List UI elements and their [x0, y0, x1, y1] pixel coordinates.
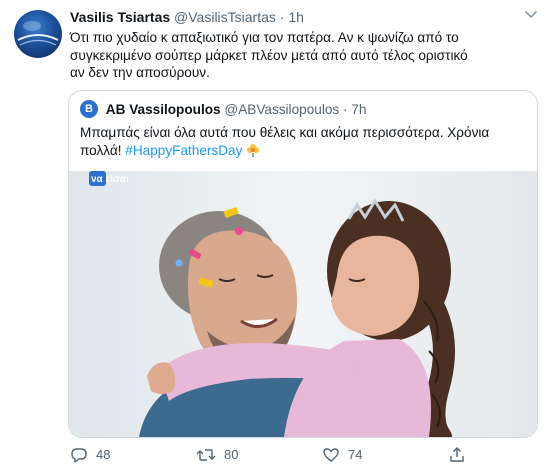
reply-count: 48: [96, 447, 111, 462]
tweet-actions: 48 80 74: [0, 444, 551, 466]
tweet[interactable]: Vasilis Tsiartas @VasilisTsiartas · 1h Ό…: [0, 0, 551, 474]
hashtag-link[interactable]: #HappyFathersDay: [125, 143, 242, 158]
tweet-header: Vasilis Tsiartas @VasilisTsiartas · 1h: [70, 9, 304, 26]
image-brand-text: να είσαι: [91, 174, 129, 185]
share-icon: [450, 447, 464, 462]
share-button[interactable]: [448, 444, 474, 466]
separator-dot: ·: [279, 9, 285, 25]
quoted-separator-dot: ·: [342, 102, 348, 117]
like-icon: [323, 448, 339, 462]
quoted-avatar-letter: B: [85, 103, 93, 115]
reply-button[interactable]: 48: [70, 444, 110, 466]
quoted-tweet-header: B AB Vassilopoulos @ABVassilopoulos · 7h: [80, 100, 366, 118]
quoted-tweet-time[interactable]: 7h: [351, 102, 366, 117]
quoted-author-handle[interactable]: @ABVassilopoulos: [224, 102, 339, 117]
retweet-count: 80: [224, 447, 239, 462]
quoted-author-name[interactable]: AB Vassilopoulos: [106, 102, 221, 117]
quoted-tweet-image[interactable]: να είσαι: [69, 171, 537, 437]
author-name[interactable]: Vasilis Tsiartas: [70, 9, 170, 25]
like-count: 74: [348, 447, 363, 462]
flower-emoji-icon: [247, 144, 260, 157]
quoted-avatar[interactable]: B: [80, 100, 98, 118]
retweet-button[interactable]: 80: [196, 444, 238, 466]
retweet-icon: [196, 449, 216, 461]
quoted-tweet-text: Μπαμπάς είναι όλα αυτά που θέλεις και ακ…: [80, 124, 525, 160]
more-caret-icon[interactable]: [523, 9, 539, 21]
quoted-tweet[interactable]: B AB Vassilopoulos @ABVassilopoulos · 7h…: [68, 90, 538, 438]
tweet-text: Ότι πιο χυδαίο κ απαξιωτικό για τον πατέ…: [70, 30, 468, 80]
avatar[interactable]: [14, 10, 62, 58]
tweet-time[interactable]: 1h: [288, 9, 304, 25]
like-button[interactable]: 74: [322, 444, 362, 466]
reply-icon: [71, 448, 87, 463]
author-handle[interactable]: @VasilisTsiartas: [174, 9, 276, 25]
